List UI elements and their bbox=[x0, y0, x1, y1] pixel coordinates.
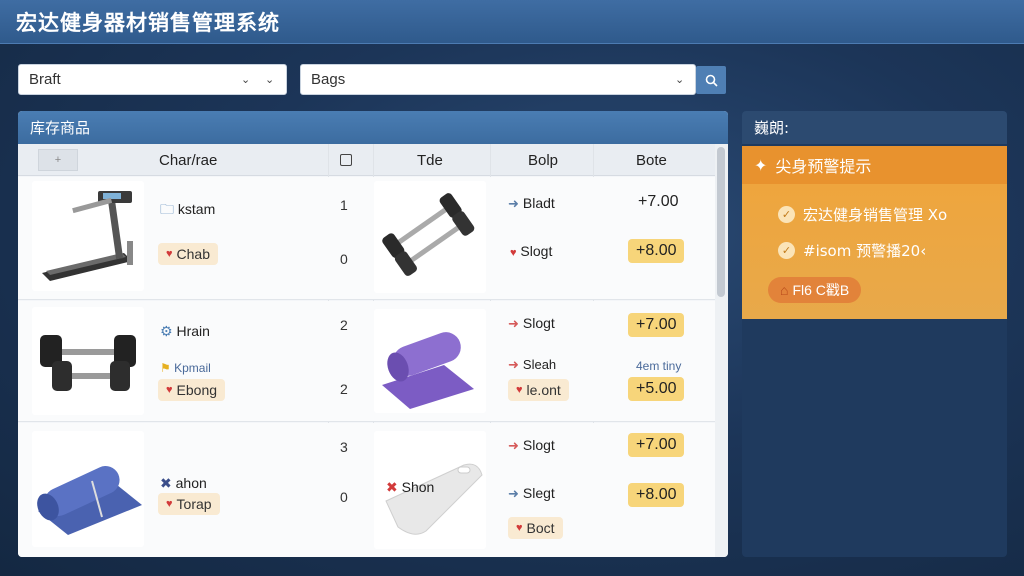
dumbbells-image bbox=[374, 181, 486, 293]
bolp-value: Slogt bbox=[522, 437, 555, 453]
price-badge: +7.00 bbox=[628, 433, 685, 457]
bolp-value: Bladt bbox=[522, 195, 555, 211]
price-badge: +8.00 bbox=[628, 483, 685, 507]
table-row[interactable]: 🗀 kstam ♥ Chab 1 0 ➜ Bladt ♥ Slogt +7.00… bbox=[18, 177, 715, 300]
app-title: 宏达健身器材销售管理系统 bbox=[16, 10, 280, 35]
product-tag[interactable]: ♥ Torap bbox=[158, 493, 220, 515]
cross-icon: ✖ bbox=[160, 475, 172, 491]
yoga-mat-image bbox=[32, 431, 144, 547]
settings-icon: ⚙ bbox=[160, 323, 173, 339]
flag-icon: ⚑ bbox=[160, 361, 171, 375]
table-row[interactable]: ✖ ahon ♥ Torap 3 0 ✖ Shon ➜ Slogt ➜ Slegt … bbox=[18, 423, 715, 557]
quantity-value: 2 bbox=[340, 317, 348, 333]
app-header: 宏达健身器材销售管理系统 bbox=[0, 0, 1024, 44]
product-sublabel: Kpmail bbox=[174, 361, 211, 375]
chevron-down-icon: ⌄ bbox=[241, 74, 251, 86]
bag-select[interactable]: Bags ⌄ bbox=[300, 64, 696, 95]
alert-action-button[interactable]: ⌂ Fl6 C戳B bbox=[768, 277, 862, 303]
quantity-value: 0 bbox=[340, 251, 348, 267]
arrow-right-icon: ➜ bbox=[508, 316, 519, 331]
close-icon: ✖ bbox=[386, 479, 398, 495]
price-badge: +7.00 bbox=[628, 313, 685, 337]
column-header-name[interactable]: Char/rae bbox=[159, 152, 217, 169]
arrow-right-icon: ➜ bbox=[508, 196, 519, 211]
sidebar-title: 巍朗: bbox=[742, 111, 1007, 144]
bolp-value: Slogt bbox=[522, 315, 555, 331]
product-name: kstam bbox=[177, 201, 216, 217]
header-checkbox[interactable] bbox=[340, 154, 352, 166]
alert-card: ✦ 尖身预警提示 ✓ 宏达健身销售管理 Xo ✓ #isom 预警播20‹ ⌂ … bbox=[742, 146, 1007, 319]
heart-icon: ♥ bbox=[166, 384, 173, 396]
quantity-value: 2 bbox=[340, 381, 348, 397]
scrollbar-thumb[interactable] bbox=[717, 147, 725, 297]
home-icon: ⌂ bbox=[780, 282, 789, 298]
heart-icon: ♥ bbox=[516, 522, 523, 534]
type-label: Shon bbox=[401, 479, 435, 495]
product-tag[interactable]: ♥ Ebong bbox=[158, 379, 226, 401]
dumbbells-image bbox=[32, 307, 144, 415]
product-name: ahon bbox=[175, 475, 207, 491]
column-header-bolp[interactable]: Bolp bbox=[528, 152, 558, 169]
product-name: Hrain bbox=[176, 323, 210, 339]
category-select-value: Braft bbox=[29, 71, 61, 88]
heart-icon: ♥ bbox=[510, 247, 517, 259]
column-header-price[interactable]: Bote bbox=[636, 152, 667, 169]
category-select[interactable]: Braft ⌄ ⌄ bbox=[18, 64, 287, 95]
check-circle-icon: ✓ bbox=[778, 242, 795, 259]
heart-icon: ♥ bbox=[516, 384, 523, 396]
heart-icon: ♥ bbox=[166, 498, 173, 510]
yoga-mat-image bbox=[374, 309, 486, 413]
search-button[interactable] bbox=[696, 66, 726, 94]
check-circle-icon: ✓ bbox=[778, 206, 795, 223]
alert-header: ✦ 尖身预警提示 bbox=[742, 146, 1007, 184]
quantity-value: 1 bbox=[340, 197, 348, 213]
price-value: +7.00 bbox=[638, 193, 679, 210]
sparkle-icon: ✦ bbox=[754, 155, 768, 175]
heart-icon: ♥ bbox=[166, 248, 173, 260]
bolp-value: Slegt bbox=[522, 485, 555, 501]
alert-item[interactable]: ✓ #isom 预警播20‹ bbox=[778, 240, 926, 261]
folder-icon: 🗀 bbox=[160, 201, 174, 217]
price-note: 4em tiny bbox=[636, 359, 682, 373]
arrow-right-icon: ➜ bbox=[508, 357, 519, 372]
select-all-cell[interactable]: + bbox=[38, 149, 78, 171]
alert-item[interactable]: ✓ 宏达健身销售管理 Xo bbox=[778, 204, 947, 225]
treadmill-image bbox=[32, 181, 144, 291]
table-header: + Char/rae Tde Bolp Bote bbox=[18, 144, 715, 176]
quantity-value: 0 bbox=[340, 489, 348, 505]
bag-select-value: Bags bbox=[311, 71, 346, 88]
arrow-right-icon: ➜ bbox=[508, 486, 519, 501]
table-row[interactable]: ⚙ Hrain ⚑ Kpmail ♥ Ebong 2 2 ➜ Slogt ➜ Sle… bbox=[18, 301, 715, 422]
column-header-type[interactable]: Tde bbox=[417, 152, 443, 169]
bolp-tag[interactable]: ♥ Boct bbox=[508, 517, 563, 539]
inventory-panel: 库存商品 + Char/rae Tde Bolp Bote 🗀 kstam ♥ … bbox=[18, 111, 728, 557]
chevron-down-icon: ⌄ bbox=[675, 74, 685, 86]
sidebar-panel: 巍朗: ✦ 尖身预警提示 ✓ 宏达健身销售管理 Xo ✓ #isom 预警播20… bbox=[742, 111, 1007, 557]
alert-title: 尖身预警提示 bbox=[775, 157, 872, 176]
price-badge: +8.00 bbox=[628, 239, 685, 263]
price-badge: +5.00 bbox=[628, 377, 685, 401]
bolp-tag[interactable]: ♥ le.ont bbox=[508, 379, 569, 401]
quantity-value: 3 bbox=[340, 439, 348, 455]
inventory-panel-title: 库存商品 bbox=[18, 111, 728, 144]
bolp-value: Slogt bbox=[520, 243, 553, 259]
chevron-down-icon: ⌄ bbox=[265, 74, 275, 86]
arrow-right-icon: ➜ bbox=[508, 438, 519, 453]
search-icon bbox=[705, 74, 718, 87]
bolp-value: Sleah bbox=[522, 357, 557, 372]
product-tag[interactable]: ♥ Chab bbox=[158, 243, 218, 265]
